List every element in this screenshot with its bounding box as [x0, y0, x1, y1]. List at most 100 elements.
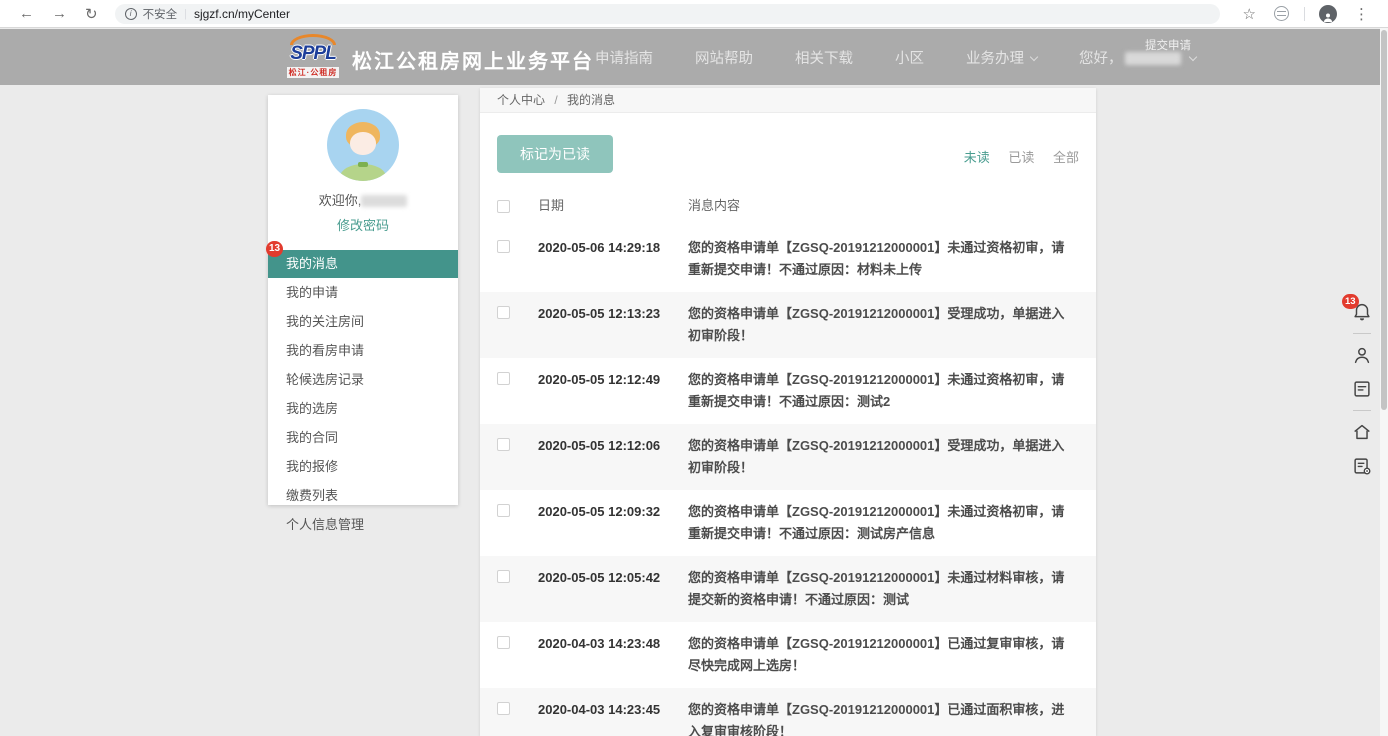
- table-row: 2020-05-05 12:12:49 您的资格申请单【ZGSQ-2019121…: [480, 358, 1096, 424]
- message-content: 您的资格申请单【ZGSQ-20191212000001】未通过资格初审，请重新提…: [688, 237, 1079, 281]
- row-checkbox[interactable]: [497, 372, 510, 385]
- sidebar-item-label: 我的消息: [286, 256, 338, 271]
- bookmark-star-icon[interactable]: ☆: [1243, 5, 1256, 23]
- logo-text: SPPL: [278, 45, 348, 62]
- url-text[interactable]: sjgzf.cn/myCenter: [194, 7, 290, 21]
- chrome-menu-icon[interactable]: ⋮: [1354, 5, 1369, 23]
- sidebar-item-my-selection[interactable]: 我的选房: [268, 395, 458, 423]
- nav-downloads[interactable]: 相关下载: [795, 47, 853, 68]
- row-checkbox[interactable]: [497, 504, 510, 517]
- chevron-down-icon: [1188, 52, 1196, 60]
- breadcrumb: 个人中心 / 我的消息: [480, 88, 1096, 113]
- message-content: 您的资格申请单【ZGSQ-20191212000001】未通过资格初审，请重新提…: [688, 369, 1079, 413]
- page-scrollbar[interactable]: [1380, 28, 1388, 736]
- document-icon[interactable]: [1351, 378, 1373, 400]
- extension-icon[interactable]: [1274, 6, 1289, 21]
- info-icon[interactable]: i: [125, 8, 137, 20]
- tab-all[interactable]: 全部: [1053, 150, 1079, 165]
- sidebar: 欢迎你, 修改密码 13 我的消息 我的申请 我的关注房间 我的看房申请 轮候选…: [268, 95, 458, 505]
- breadcrumb-current: 我的消息: [567, 93, 615, 107]
- message-date: 2020-05-05 12:12:49: [538, 369, 688, 391]
- sidebar-item-waitlist-records[interactable]: 轮候选房记录: [268, 366, 458, 394]
- main-content: 个人中心 / 我的消息 标记为已读 未读 已读 全部 日期 消息内容 2020-…: [480, 88, 1096, 736]
- toolbar-divider: [1353, 410, 1371, 411]
- message-content: 您的资格申请单【ZGSQ-20191212000001】已通过复审审核，请尽快完…: [688, 633, 1079, 677]
- table-row: 2020-05-05 12:05:42 您的资格申请单【ZGSQ-2019121…: [480, 556, 1096, 622]
- nav-community[interactable]: 小区: [895, 47, 924, 68]
- scrollbar-thumb[interactable]: [1381, 30, 1387, 410]
- table-header: 日期 消息内容: [480, 179, 1096, 226]
- forward-icon[interactable]: →: [52, 5, 67, 22]
- logo-subtext: 松江·公租房: [287, 67, 340, 78]
- sidebar-item-my-messages[interactable]: 13 我的消息: [268, 250, 458, 278]
- table-row: 2020-04-03 14:23:45 您的资格申请单【ZGSQ-2019121…: [480, 688, 1096, 736]
- tab-read[interactable]: 已读: [1008, 150, 1034, 165]
- sidebar-item-my-repairs[interactable]: 我的报修: [268, 453, 458, 481]
- mark-as-read-button[interactable]: 标记为已读: [497, 135, 613, 173]
- avatar-bow: [358, 162, 368, 167]
- row-checkbox[interactable]: [497, 570, 510, 583]
- row-checkbox[interactable]: [497, 240, 510, 253]
- message-date: 2020-05-05 12:12:06: [538, 435, 688, 457]
- message-content: 您的资格申请单【ZGSQ-20191212000001】受理成功，单据进入初审阶…: [688, 435, 1079, 479]
- site-title: 松江公租房网上业务平台: [352, 45, 594, 74]
- date-column-header: 日期: [538, 198, 688, 213]
- chrome-divider: [1304, 7, 1305, 21]
- sidebar-item-my-contracts[interactable]: 我的合同: [268, 424, 458, 452]
- breadcrumb-separator: /: [554, 93, 557, 107]
- browser-profile-icon[interactable]: [1319, 5, 1337, 23]
- browser-chrome: ← → ↻ i 不安全 | sjgzf.cn/myCenter ☆ ⋮: [0, 0, 1388, 28]
- document-settings-icon[interactable]: [1351, 455, 1373, 477]
- change-password-link[interactable]: 修改密码: [268, 215, 458, 234]
- message-date: 2020-05-06 14:29:18: [538, 237, 688, 259]
- messages-toolbar: 标记为已读 未读 已读 全部: [480, 113, 1096, 173]
- messages-table: 日期 消息内容 2020-05-06 14:29:18 您的资格申请单【ZGSQ…: [480, 179, 1096, 736]
- sidebar-item-my-applications[interactable]: 我的申请: [268, 279, 458, 307]
- message-content: 您的资格申请单【ZGSQ-20191212000001】未通过材料审核，请提交新…: [688, 567, 1079, 611]
- table-row: 2020-05-05 12:09:32 您的资格申请单【ZGSQ-2019121…: [480, 490, 1096, 556]
- bell-count-badge: 13: [1342, 294, 1359, 309]
- tab-unread[interactable]: 未读: [964, 150, 990, 165]
- sidebar-item-followed-rooms[interactable]: 我的关注房间: [268, 308, 458, 336]
- select-all-checkbox[interactable]: [497, 200, 510, 213]
- address-divider: |: [184, 8, 187, 20]
- address-bar[interactable]: i 不安全 | sjgzf.cn/myCenter: [115, 4, 1220, 24]
- table-row: 2020-05-05 12:12:06 您的资格申请单【ZGSQ-2019121…: [480, 424, 1096, 490]
- main-nav: 申请指南 网站帮助 相关下载 小区 业务办理 您好，: [595, 29, 1238, 85]
- site-header: SPPL 松江·公租房 松江公租房网上业务平台 申请指南 网站帮助 相关下载 小…: [0, 29, 1380, 85]
- nav-business-dropdown[interactable]: 业务办理: [966, 47, 1037, 68]
- table-row: 2020-05-05 12:13:23 您的资格申请单【ZGSQ-2019121…: [480, 292, 1096, 358]
- row-checkbox[interactable]: [497, 702, 510, 715]
- profile-icon[interactable]: [1351, 344, 1373, 366]
- row-checkbox[interactable]: [497, 636, 510, 649]
- site-logo[interactable]: SPPL 松江·公租房: [278, 34, 348, 80]
- nav-guide[interactable]: 申请指南: [595, 47, 653, 68]
- notifications-bell-icon[interactable]: 13: [1351, 301, 1373, 323]
- sidebar-item-personal-info[interactable]: 个人信息管理: [268, 511, 458, 539]
- home-icon[interactable]: [1351, 421, 1373, 443]
- nav-site-help[interactable]: 网站帮助: [695, 47, 753, 68]
- row-checkbox[interactable]: [497, 438, 510, 451]
- floating-toolbar: 13: [1344, 295, 1380, 483]
- avatar: [327, 109, 399, 181]
- sidebar-item-viewing-applications[interactable]: 我的看房申请: [268, 337, 458, 365]
- sidebar-item-payment-list[interactable]: 缴费列表: [268, 482, 458, 510]
- message-date: 2020-05-05 12:13:23: [538, 303, 688, 325]
- table-row: 2020-05-06 14:29:18 您的资格申请单【ZGSQ-2019121…: [480, 226, 1096, 292]
- chevron-down-icon: [1030, 52, 1038, 60]
- message-date: 2020-05-05 12:05:42: [538, 567, 688, 589]
- message-date: 2020-04-03 14:23:48: [538, 633, 688, 655]
- avatar-face: [350, 132, 376, 155]
- user-name-redacted: [361, 195, 407, 207]
- toolbar-divider: [1353, 333, 1371, 334]
- welcome-text: 欢迎你,: [268, 190, 458, 209]
- row-checkbox[interactable]: [497, 306, 510, 319]
- back-icon[interactable]: ←: [19, 5, 34, 22]
- sidebar-menu: 13 我的消息 我的申请 我的关注房间 我的看房申请 轮候选房记录 我的选房 我…: [268, 250, 458, 539]
- message-date: 2020-04-03 14:23:45: [538, 699, 688, 721]
- content-column-header: 消息内容: [688, 198, 1079, 213]
- breadcrumb-root[interactable]: 个人中心: [497, 93, 545, 107]
- submit-application-link[interactable]: 提交申请: [1145, 37, 1191, 53]
- reload-icon[interactable]: ↻: [85, 5, 98, 23]
- security-label: 不安全: [143, 6, 178, 22]
